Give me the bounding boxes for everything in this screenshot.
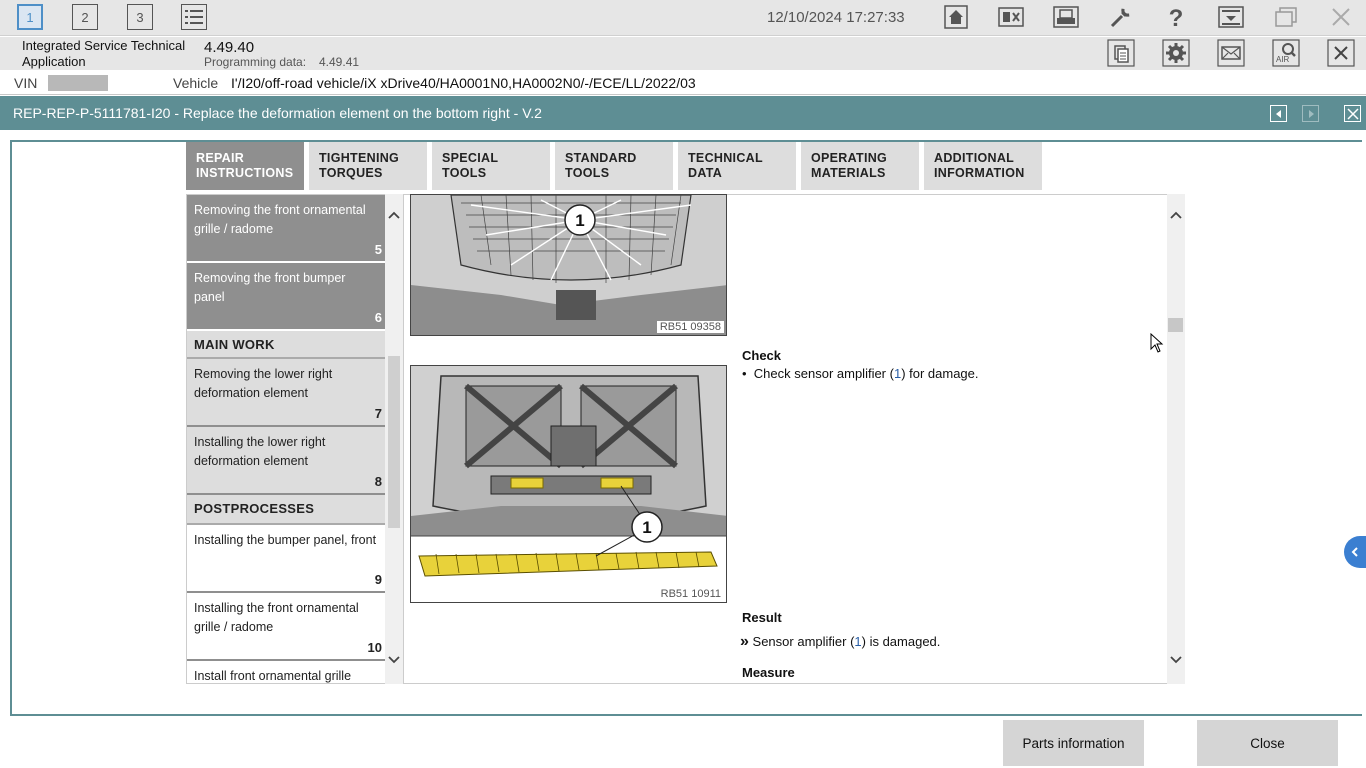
toc-item[interactable]: Install front ornamental grille [187, 661, 386, 683]
result-statement: » Sensor amplifier (1) is damaged. [740, 633, 941, 650]
callout-label: 1 [575, 211, 584, 230]
app-version: 4.49.40 [204, 39, 255, 56]
session-tab-3[interactable]: 3 [127, 4, 153, 30]
vehicle-label: Vehicle [173, 75, 219, 91]
session-tab-2[interactable]: 2 [72, 4, 98, 30]
grille-illustration: 1 [411, 195, 726, 335]
document-icon[interactable] [1107, 39, 1135, 67]
home-icon[interactable] [942, 4, 970, 30]
close-session-icon[interactable] [1327, 39, 1355, 67]
print-icon[interactable] [1052, 4, 1080, 30]
air-search-icon[interactable]: AIR [1272, 39, 1300, 67]
toc-item[interactable]: Installing the front ornamental grille /… [187, 593, 386, 661]
result-heading: Result [742, 610, 782, 625]
chevron-down-icon[interactable] [388, 655, 400, 665]
tab-special-tools[interactable]: Special tools [432, 142, 550, 190]
programming-data-label: Programming data: [204, 55, 307, 69]
app-name-line1: Integrated Service Technical [22, 38, 186, 53]
reference-link[interactable]: 1 [854, 634, 861, 649]
figure-id-1: RB51 09358 [656, 321, 724, 333]
close-app-icon[interactable] [1327, 4, 1355, 30]
svg-text:?: ? [1169, 5, 1184, 29]
toc-section-main-work: MAIN WORK [187, 331, 386, 359]
toc-scrollbar-thumb[interactable] [388, 356, 400, 528]
next-button[interactable] [1302, 105, 1319, 122]
toc-item[interactable]: Installing the bumper panel, front 9 [187, 525, 386, 593]
toc-panel: Removing the front ornamental grille / r… [186, 194, 404, 684]
tab-tightening-torques[interactable]: Tightening torques [309, 142, 427, 190]
close-icon [1346, 107, 1359, 120]
callout-label: 1 [642, 518, 651, 537]
check-heading: Check [742, 348, 782, 363]
chevron-up-icon[interactable] [1170, 210, 1182, 220]
figure-grille-photo: 1 RB51 09358 [410, 194, 727, 336]
close-document-button[interactable] [1344, 105, 1361, 122]
air-label: AIR [1276, 55, 1290, 64]
session-tab-1[interactable]: 1 [17, 4, 43, 30]
parts-information-button[interactable]: Parts information [1003, 720, 1144, 766]
toc-item[interactable]: Removing the front bumper panel 6 [187, 263, 386, 329]
settings-icon[interactable] [1162, 39, 1190, 67]
toc-section-postprocesses: POSTPROCESSES [187, 495, 386, 525]
figure-sensor-amplifier: 1 RB51 10911 [410, 365, 727, 603]
list-icon[interactable] [181, 4, 207, 30]
content-scrollbar[interactable] [1167, 194, 1185, 684]
close-button[interactable]: Close [1197, 720, 1338, 766]
figure-id-2: RB51 10911 [657, 588, 724, 600]
chevron-up-icon[interactable] [388, 210, 400, 220]
content-scrollbar-thumb[interactable] [1168, 318, 1183, 332]
tab-technical-data[interactable]: Technical data [678, 142, 796, 190]
window-icon[interactable] [1272, 4, 1300, 30]
triangle-right-icon [1308, 109, 1314, 118]
app-name: Integrated Service Technical Application [22, 38, 185, 70]
toc-item[interactable]: Removing the front ornamental grille / r… [187, 195, 386, 261]
toc-item[interactable]: Installing the lower right deformation e… [187, 427, 386, 495]
chevron-down-icon[interactable] [1170, 655, 1182, 665]
tab-standard-tools[interactable]: Standard tools [555, 142, 673, 190]
vin-value-redacted [48, 75, 108, 91]
chevron-left-icon [1351, 547, 1358, 557]
triangle-left-icon [1275, 109, 1281, 118]
programming-data-value: 4.49.41 [319, 55, 360, 69]
mouse-cursor-icon [1150, 333, 1164, 353]
wrench-icon[interactable] [1107, 4, 1135, 30]
keyboard-icon[interactable] [997, 4, 1025, 30]
toc-item[interactable]: Removing the lower right deformation ele… [187, 359, 386, 427]
mail-icon[interactable] [1217, 39, 1245, 67]
vehicle-value: I'/I20/off-road vehicle/iX xDrive40/HA00… [231, 75, 696, 91]
download-icon[interactable] [1217, 4, 1245, 30]
check-instruction: • Check sensor amplifier (1) for damage. [742, 366, 979, 381]
vin-label: VIN [14, 75, 38, 91]
datetime-display: 12/10/2024 17:27:33 [767, 9, 905, 26]
document-title: REP-REP-P-5111781-I20 - Replace the defo… [13, 105, 542, 121]
measure-heading: Measure [742, 665, 795, 680]
tab-repair-instructions[interactable]: Repair instructions [186, 142, 304, 190]
app-name-line2: Application [22, 54, 86, 69]
help-icon[interactable]: ? [1162, 4, 1190, 30]
tab-additional-information[interactable]: Additional information [924, 142, 1042, 190]
result-marker-icon: » [740, 633, 749, 650]
previous-button[interactable] [1270, 105, 1287, 122]
sensor-amplifier-illustration: 1 [411, 366, 726, 602]
tab-operating-materials[interactable]: Operating materials [801, 142, 919, 190]
